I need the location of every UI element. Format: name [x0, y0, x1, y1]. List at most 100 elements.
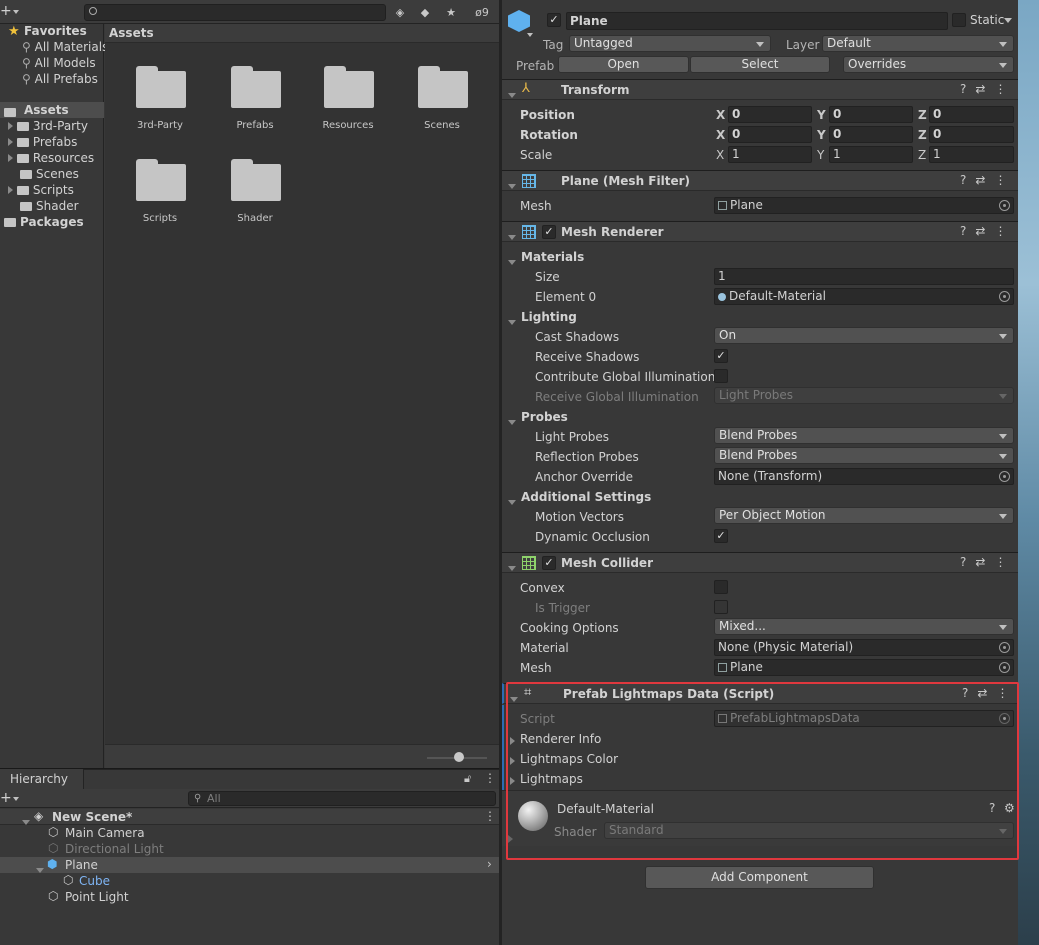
hierarchy-item[interactable]: ⬡ Main Camera [0, 825, 500, 841]
collapse-arrow-icon[interactable] [508, 178, 516, 192]
project-search-input[interactable] [84, 4, 386, 21]
hierarchy-item[interactable]: ⬡ Point Light [0, 889, 500, 905]
hierarchy-search-input[interactable]: ⚲ All [188, 791, 496, 806]
materials-foldout-icon[interactable] [508, 254, 516, 268]
lighting-foldout-icon[interactable] [508, 314, 516, 328]
component-menu-icon[interactable]: ⋮ [994, 224, 1015, 238]
hidden-packages-icon[interactable]: ø9 [468, 3, 496, 22]
grid-folder[interactable]: Shader [210, 157, 300, 237]
prefab-select-button[interactable]: Select [690, 56, 830, 73]
grid-folder[interactable]: Scripts [115, 157, 205, 237]
active-checkbox[interactable]: ✓ [547, 13, 561, 27]
hierarchy-item[interactable]: ⬡ Cube [0, 873, 500, 889]
contribute-gi-checkbox[interactable] [714, 369, 728, 383]
scale-y-input[interactable]: 1 [829, 146, 913, 163]
object-picker-icon[interactable] [999, 471, 1010, 482]
scale-x-input[interactable]: 1 [728, 146, 812, 163]
mesh-collider-header[interactable]: ✓ Mesh Collider ?⇄⋮ [502, 552, 1018, 573]
open-prefab-arrow-icon[interactable]: › [487, 857, 492, 871]
tree-folder[interactable]: Scripts [8, 182, 74, 198]
hierarchy-create-button[interactable]: + [0, 790, 12, 806]
favorite-item[interactable]: ⚲ All Models [22, 55, 96, 71]
presets-icon[interactable]: ⇄ [975, 224, 994, 238]
prefab-overrides-dropdown[interactable]: Overrides [843, 56, 1014, 73]
tree-folder[interactable]: 3rd-Party [8, 118, 88, 134]
receive-shadows-checkbox[interactable]: ✓ [714, 349, 728, 363]
collapse-arrow-icon[interactable] [508, 229, 516, 243]
zoom-slider-thumb[interactable] [454, 752, 464, 762]
tree-folder[interactable]: Shader [20, 198, 79, 214]
rotation-z-input[interactable]: 0 [929, 126, 1014, 143]
search-by-type-icon[interactable]: ◈ [389, 3, 411, 22]
favorites-header[interactable]: Favorites [24, 23, 87, 39]
breadcrumb-assets[interactable]: Assets [109, 25, 154, 41]
motion-vectors-dropdown[interactable]: Per Object Motion [714, 507, 1014, 524]
mesh-renderer-header[interactable]: ✓ Mesh Renderer ?⇄⋮ [502, 221, 1018, 242]
convex-checkbox[interactable] [714, 580, 728, 594]
probes-foldout[interactable]: Probes [521, 409, 568, 425]
collapse-arrow-icon[interactable] [508, 87, 516, 101]
mesh-filter-header[interactable]: Plane (Mesh Filter) ?⇄⋮ [502, 170, 1018, 191]
add-component-button[interactable]: Add Component [645, 866, 874, 889]
position-x-input[interactable]: 0 [728, 106, 812, 123]
object-picker-icon[interactable] [999, 200, 1010, 211]
help-icon[interactable]: ? [960, 224, 975, 238]
grid-folder[interactable]: Resources [303, 64, 393, 144]
rotation-x-input[interactable]: 0 [728, 126, 812, 143]
transform-header[interactable]: ⅄ Transform ?⇄⋮ [502, 79, 1018, 100]
tree-folder[interactable]: Prefabs [8, 134, 77, 150]
rotation-y-input[interactable]: 0 [829, 126, 913, 143]
tree-assets-row[interactable]: Assets [0, 102, 104, 118]
favorite-item[interactable]: ⚲ All Prefabs [22, 71, 98, 87]
favorite-item[interactable]: ⚲ All Materials [22, 39, 108, 55]
prefab-open-button[interactable]: Open [558, 56, 689, 73]
search-by-label-icon[interactable]: ◆ [414, 3, 436, 22]
component-header-icons[interactable]: ?⇄⋮ [960, 224, 1015, 238]
additional-settings-foldout[interactable]: Additional Settings [521, 489, 651, 505]
grid-folder[interactable]: Scenes [397, 64, 487, 144]
scale-z-input[interactable]: 1 [929, 146, 1014, 163]
materials-foldout[interactable]: Materials [521, 249, 584, 265]
grid-folder[interactable]: Prefabs [210, 64, 300, 144]
grid-folder[interactable]: 3rd-Party [115, 64, 205, 144]
component-header-icons[interactable]: ?⇄⋮ [960, 173, 1015, 187]
collapse-arrow-icon[interactable] [508, 560, 516, 574]
probes-foldout-icon[interactable] [508, 414, 516, 428]
mesh-collider-enabled-checkbox[interactable]: ✓ [542, 556, 556, 570]
object-picker-icon[interactable] [999, 642, 1010, 653]
mesh-object-field[interactable]: Plane [714, 197, 1014, 214]
cast-shadows-dropdown[interactable]: On [714, 327, 1014, 344]
dynamic-occlusion-checkbox[interactable]: ✓ [714, 529, 728, 543]
tag-dropdown[interactable]: Untagged [569, 35, 771, 52]
presets-icon[interactable]: ⇄ [975, 555, 994, 569]
object-picker-icon[interactable] [999, 662, 1010, 673]
help-icon[interactable]: ? [960, 555, 975, 569]
component-header-icons[interactable]: ?⇄⋮ [960, 555, 1015, 569]
position-y-input[interactable]: 0 [829, 106, 913, 123]
collider-mesh-field[interactable]: Plane [714, 659, 1014, 676]
mesh-renderer-enabled-checkbox[interactable]: ✓ [542, 225, 556, 239]
create-dropdown-icon[interactable] [13, 797, 19, 801]
tree-folder[interactable]: Scenes [20, 166, 79, 182]
create-button[interactable]: + [0, 3, 12, 19]
physic-material-field[interactable]: None (Physic Material) [714, 639, 1014, 656]
help-icon[interactable]: ? [960, 173, 975, 187]
lock-icon[interactable]: 🔓︎ [464, 772, 471, 786]
hierarchy-item-selected[interactable]: ⬢ Plane › [0, 857, 500, 873]
object-picker-icon[interactable] [999, 291, 1010, 302]
anchor-override-field[interactable]: None (Transform) [714, 468, 1014, 485]
more-menu-icon[interactable]: ⋮ [484, 771, 496, 785]
tree-folder[interactable]: Resources [8, 150, 94, 166]
materials-size-input[interactable]: 1 [714, 268, 1014, 285]
tree-packages-row[interactable]: Packages [4, 214, 84, 230]
element0-material-field[interactable]: Default-Material [714, 288, 1014, 305]
additional-settings-foldout-icon[interactable] [508, 494, 516, 508]
reflection-probes-dropdown[interactable]: Blend Probes [714, 447, 1014, 464]
object-name-input[interactable]: Plane [566, 12, 948, 30]
position-z-input[interactable]: 0 [929, 106, 1014, 123]
static-checkbox[interactable] [952, 13, 966, 27]
favorites-star-icon[interactable]: ★ [440, 3, 462, 22]
component-header-icons[interactable]: ?⇄⋮ [960, 82, 1015, 96]
scene-menu-icon[interactable]: ⋮ [484, 809, 496, 823]
component-menu-icon[interactable]: ⋮ [994, 555, 1015, 569]
